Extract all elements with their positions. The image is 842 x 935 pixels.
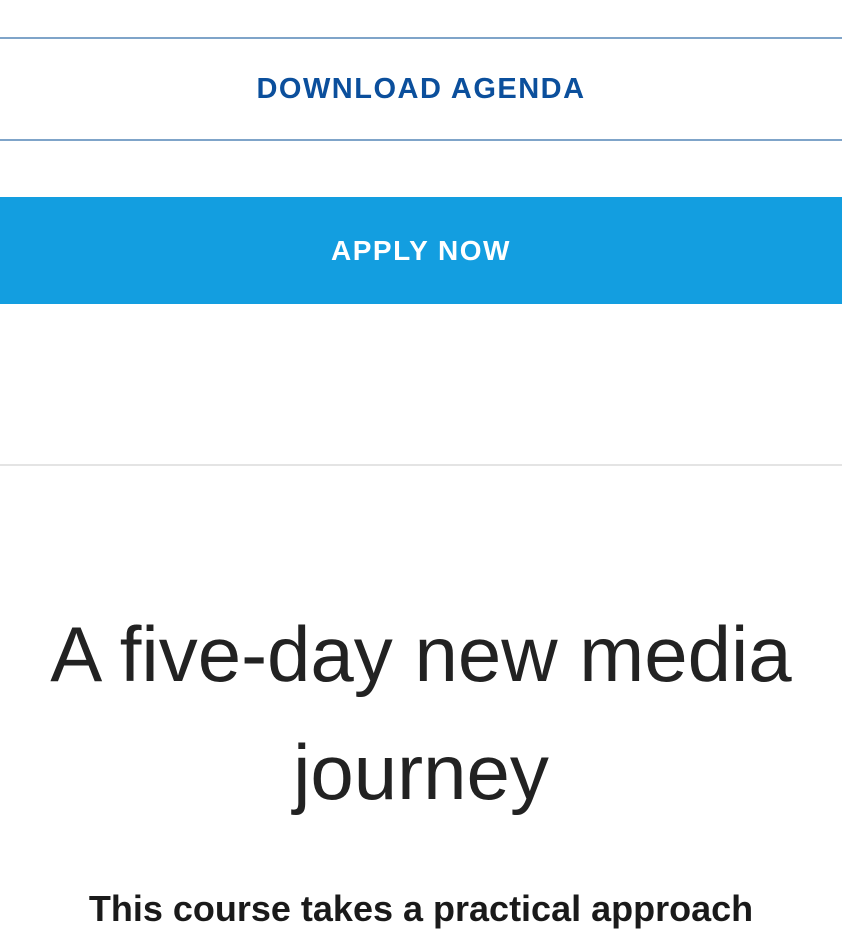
course-headline: A five-day new media journey (50, 610, 792, 816)
headline-section: A five-day new media journey (0, 595, 842, 835)
download-agenda-button[interactable]: DOWNLOAD AGENDA (0, 37, 842, 141)
course-intro-text: This course takes a practical approach (88, 888, 754, 929)
apply-now-button[interactable]: APPLY NOW (0, 197, 842, 304)
section-divider (0, 464, 842, 466)
intro-section: This course takes a practical approach (0, 883, 842, 935)
